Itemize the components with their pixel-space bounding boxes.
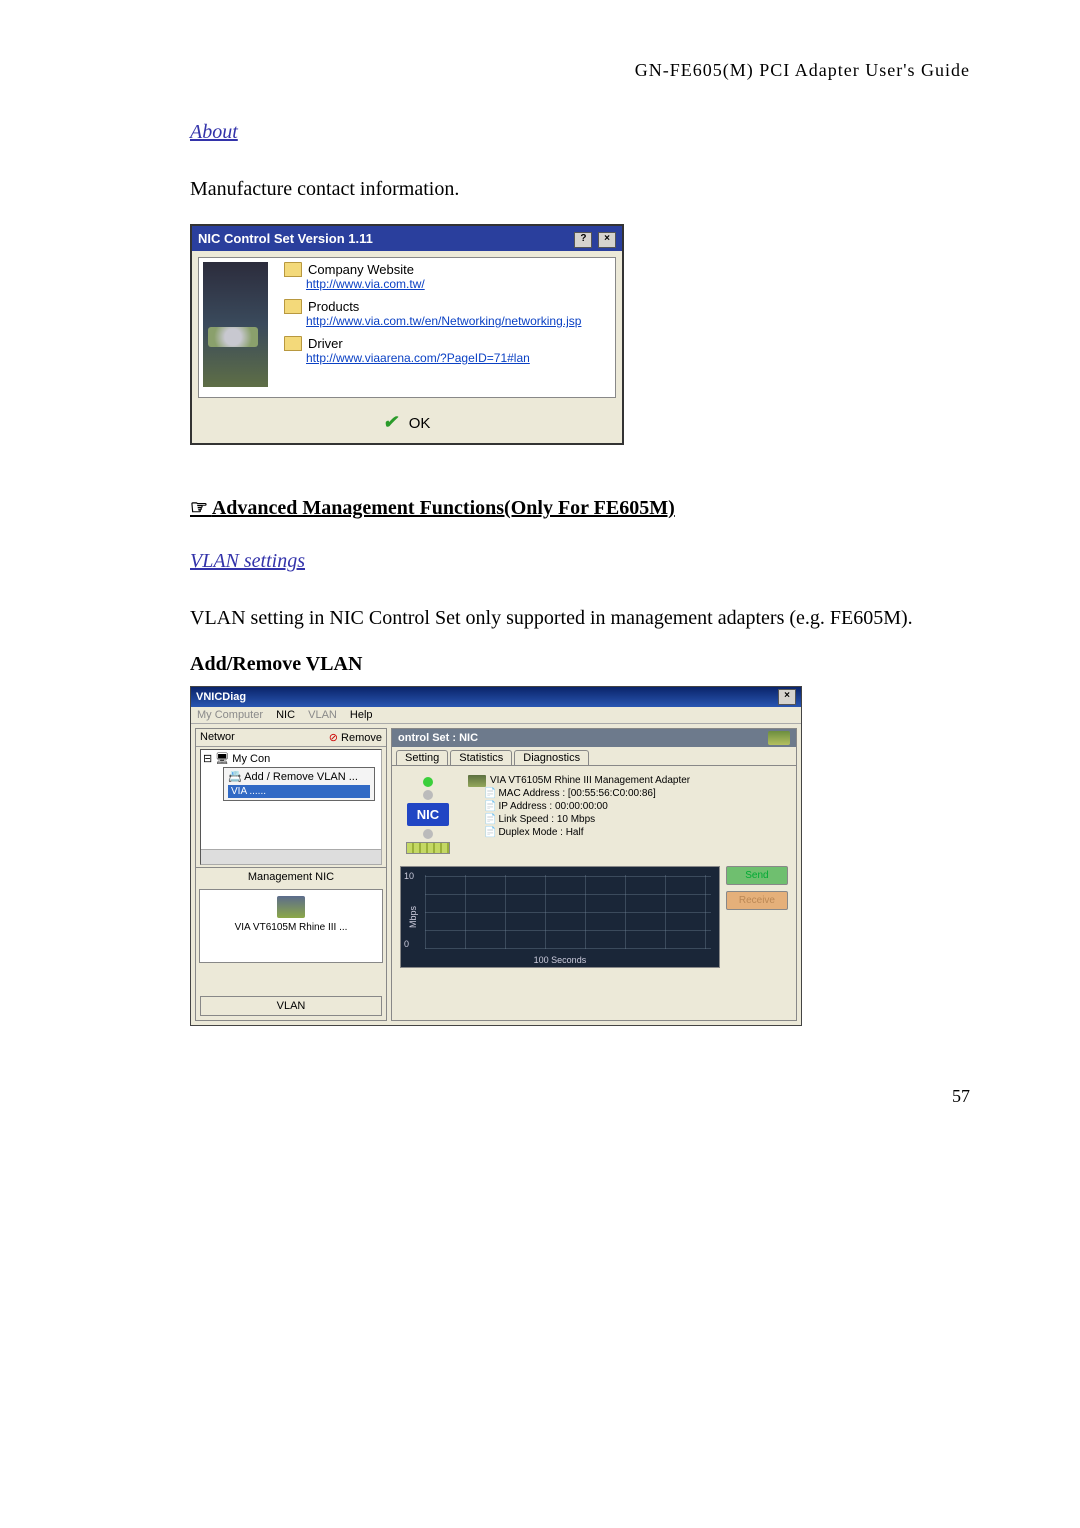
- tab-statistics[interactable]: Statistics: [450, 750, 512, 765]
- close-button[interactable]: ×: [778, 689, 796, 705]
- management-nic-caption: VIA VT6105M Rhine III ...: [203, 922, 379, 933]
- remove-button[interactable]: Remove: [341, 732, 382, 744]
- menu-help[interactable]: Help: [350, 709, 373, 721]
- folder-icon: [284, 262, 302, 277]
- titlebar-buttons: ? ×: [572, 229, 616, 248]
- vlan-settings-description: VLAN setting in NIC Control Set only sup…: [190, 603, 970, 633]
- tree-root: My Con: [232, 753, 270, 765]
- menu-vlan[interactable]: VLAN: [308, 709, 337, 721]
- tab-setting[interactable]: Setting: [396, 750, 448, 765]
- adapter-ip: IP Address : 00:00:00:00: [498, 801, 607, 812]
- sheet-icon: [484, 827, 498, 838]
- chart-ymin: 0: [404, 939, 409, 949]
- sheet-icon: [484, 788, 498, 799]
- port-strip-icon: [406, 842, 450, 854]
- company-website-link[interactable]: http://www.via.com.tw/: [306, 277, 605, 291]
- driver-link[interactable]: http://www.viaarena.com/?PageID=71#lan: [306, 351, 605, 365]
- adapter-link-speed: Link Speed : 10 Mbps: [498, 814, 595, 825]
- status-dot: [423, 790, 433, 800]
- advanced-section-title: Advanced Management Functions(Only For F…: [190, 495, 970, 520]
- chart-grid: [425, 875, 711, 949]
- close-button[interactable]: ×: [598, 232, 616, 248]
- help-button[interactable]: ?: [574, 232, 592, 248]
- vlan-button[interactable]: VLAN: [200, 996, 382, 1016]
- add-remove-vlan-heading: Add/Remove VLAN: [190, 653, 970, 676]
- status-dot: [423, 829, 433, 839]
- ok-button[interactable]: OK: [409, 415, 431, 432]
- adapter-icon: [468, 775, 486, 787]
- about-image: [203, 262, 268, 387]
- check-icon: ✔: [382, 412, 401, 433]
- link-row-company: Company Website http://www.via.com.tw/: [284, 262, 605, 291]
- remove-icon: ⊘: [329, 732, 338, 744]
- management-nic-label: Management NIC: [196, 867, 386, 886]
- left-header: Networ ⊘ Remove: [196, 729, 386, 747]
- tab-diagnostics[interactable]: Diagnostics: [514, 750, 589, 765]
- chart-ymax: 10: [404, 871, 414, 881]
- folder-icon: [284, 299, 302, 314]
- left-pane: Networ ⊘ Remove ⊟ 🖥 My Con 📇 Add / Remov…: [195, 728, 387, 1021]
- sheet-icon: [484, 801, 498, 812]
- nic-card-icon: [277, 896, 305, 918]
- chart-legend: Send Receive: [726, 866, 788, 968]
- info-area: NIC VIA VT6105M Rhine III Management Ada…: [392, 766, 796, 862]
- products-link[interactable]: http://www.via.com.tw/en/Networking/netw…: [306, 314, 605, 328]
- nic-logo: NIC: [407, 803, 449, 826]
- about-description: Manufacture contact information.: [190, 174, 970, 204]
- about-dialog: NIC Control Set Version 1.11 ? × Company…: [190, 224, 624, 445]
- context-menu-highlight[interactable]: VIA ......: [228, 785, 370, 798]
- about-dialog-title: NIC Control Set Version 1.11: [198, 231, 373, 246]
- nic-header-icon: [768, 731, 790, 745]
- adapter-name: VIA VT6105M Rhine III Management Adapter: [490, 774, 690, 787]
- throughput-chart: 10 Mbps 0 100 Seconds: [400, 866, 720, 968]
- link-row-driver: Driver http://www.viaarena.com/?PageID=7…: [284, 336, 605, 365]
- company-website-label: Company Website: [308, 262, 414, 277]
- context-menu: 📇 Add / Remove VLAN ... VIA ......: [223, 767, 375, 801]
- adapter-duplex: Duplex Mode : Half: [498, 827, 583, 838]
- vlan-settings-heading: VLAN settings: [190, 550, 970, 573]
- right-header-title: ontrol Set : NIC: [398, 732, 478, 744]
- sheet-icon: [484, 814, 498, 825]
- network-label: Networ: [200, 731, 235, 744]
- vnicdiag-window: VNICDiag × My Computer NIC VLAN Help Net…: [190, 686, 802, 1026]
- about-heading: About: [190, 121, 970, 144]
- chart-ylabel: Mbps: [408, 906, 418, 928]
- tree-area[interactable]: ⊟ 🖥 My Con 📇 Add / Remove VLAN ... VIA .…: [200, 749, 382, 865]
- products-label: Products: [308, 299, 359, 314]
- management-nic-box[interactable]: VIA VT6105M Rhine III ...: [199, 889, 383, 963]
- folder-icon: [284, 336, 302, 351]
- about-links: Company Website http://www.via.com.tw/ P…: [284, 262, 605, 387]
- context-menu-add-vlan[interactable]: 📇 Add / Remove VLAN ...: [228, 770, 370, 783]
- nic-badge: NIC: [400, 774, 456, 854]
- right-header: ontrol Set : NIC: [392, 729, 796, 747]
- vnicdiag-menubar: My Computer NIC VLAN Help: [191, 707, 801, 724]
- legend-send[interactable]: Send: [726, 866, 788, 885]
- adapter-mac: MAC Address : [00:55:56:C0:00:86]: [498, 788, 655, 799]
- about-body: Company Website http://www.via.com.tw/ P…: [198, 257, 616, 398]
- chart-xlabel: 100 Seconds: [401, 955, 719, 965]
- ok-row: ✔ OK: [192, 404, 622, 443]
- vnicdiag-titlebar: VNICDiag ×: [191, 687, 801, 707]
- right-pane: ontrol Set : NIC Setting Statistics Diag…: [391, 728, 797, 1021]
- about-titlebar: NIC Control Set Version 1.11 ? ×: [192, 226, 622, 251]
- link-row-products: Products http://www.via.com.tw/en/Networ…: [284, 299, 605, 328]
- menu-nic[interactable]: NIC: [276, 709, 295, 721]
- vnicdiag-title: VNICDiag: [196, 691, 246, 703]
- status-dot-green: [423, 777, 433, 787]
- page-number: 57: [190, 1086, 970, 1107]
- page-header: GN-FE605(M) PCI Adapter User's Guide: [190, 60, 970, 81]
- menu-my-computer[interactable]: My Computer: [197, 709, 263, 721]
- tab-row: Setting Statistics Diagnostics: [392, 747, 796, 766]
- driver-label: Driver: [308, 336, 343, 351]
- chart-area: 10 Mbps 0 100 Seconds Send Receive: [400, 866, 788, 968]
- adapter-info-tree: VIA VT6105M Rhine III Management Adapter…: [468, 774, 690, 839]
- legend-receive[interactable]: Receive: [726, 891, 788, 910]
